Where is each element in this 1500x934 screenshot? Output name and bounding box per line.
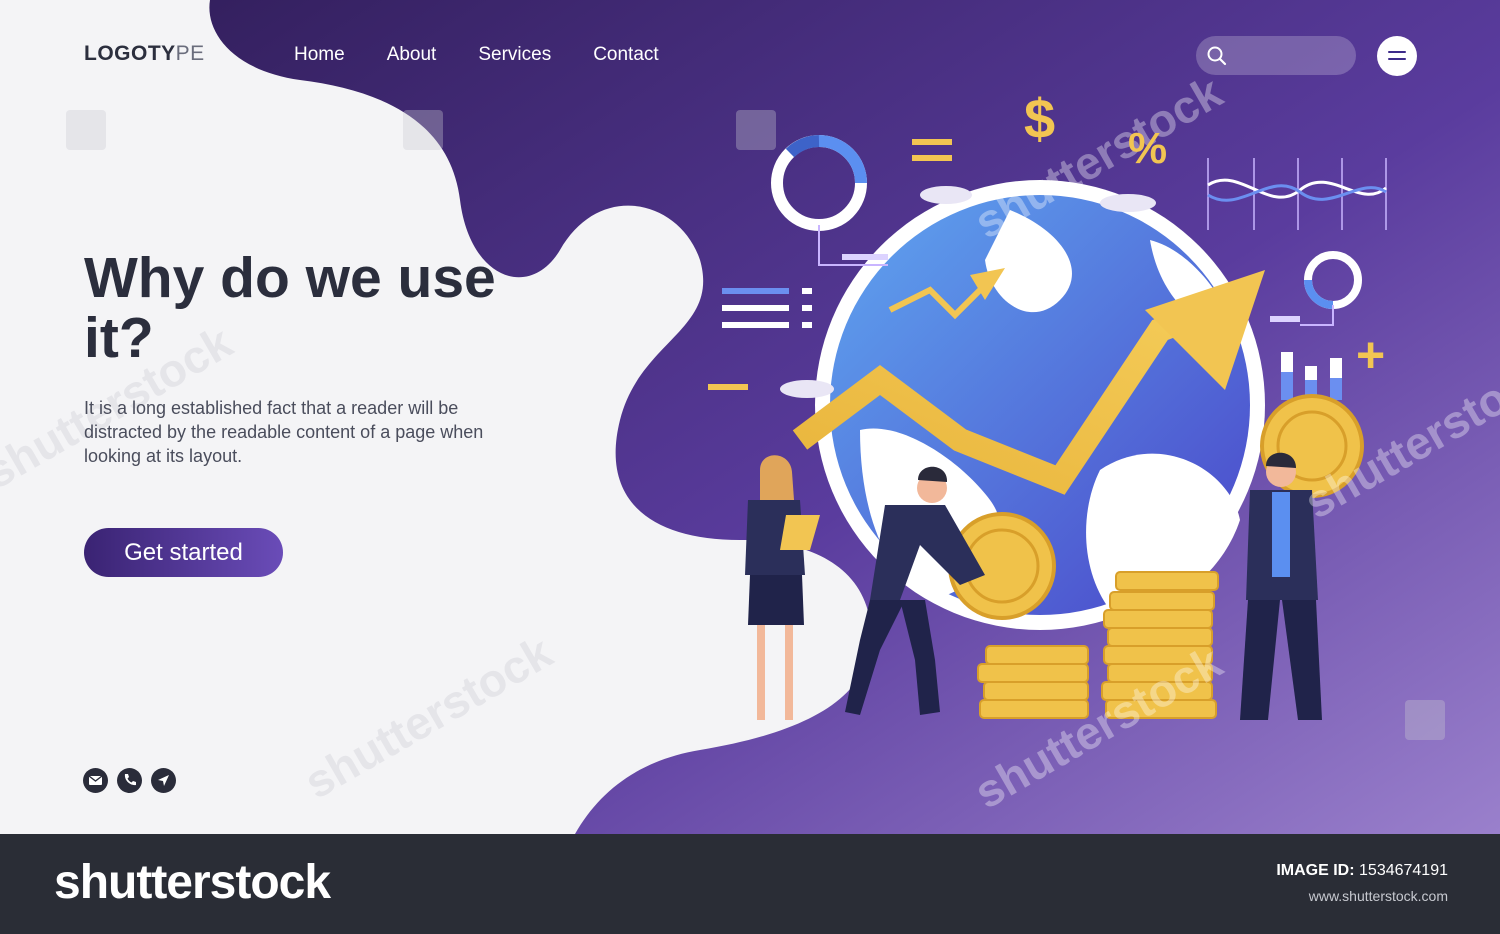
logo-light-text: PE: [175, 42, 205, 65]
search-input[interactable]: [1236, 42, 1346, 68]
hero-title: Why do we use it?: [84, 246, 496, 370]
phone-icon[interactable]: [117, 768, 142, 793]
footer-url: www.shutterstock.com: [1308, 888, 1448, 904]
search-bar[interactable]: [1196, 36, 1356, 75]
nav-about[interactable]: About: [387, 44, 437, 66]
image-id-label: IMAGE ID:: [1276, 862, 1355, 879]
nav-services[interactable]: Services: [478, 44, 551, 66]
watermark-logo: [736, 110, 776, 150]
image-id: IMAGE ID: 1534674191: [1276, 862, 1448, 880]
search-icon: [1207, 46, 1227, 66]
watermark-logo: [1405, 700, 1445, 740]
menu-line: [1388, 58, 1406, 60]
hero-description: It is a long established fact that a rea…: [84, 398, 484, 466]
logo-bold-text: LOGOTY: [84, 42, 176, 65]
landing-page: shutterstock shutterstock shutterstock s…: [0, 0, 1500, 834]
hamburger-menu-button[interactable]: [1377, 36, 1417, 76]
footer-brand: shutterstock: [54, 856, 331, 909]
send-icon[interactable]: [151, 768, 176, 793]
main-nav: Home About Services Contact: [294, 44, 659, 66]
menu-line: [1388, 51, 1406, 53]
logo[interactable]: LOGOTYPE: [84, 42, 205, 66]
image-id-value: 1534674191: [1359, 862, 1448, 879]
watermark-logo: [66, 110, 106, 150]
nav-contact[interactable]: Contact: [593, 44, 658, 66]
percent-symbol: %: [1128, 124, 1168, 173]
nav-home[interactable]: Home: [294, 44, 345, 66]
contact-icons: [83, 768, 176, 793]
watermark-logo: [403, 110, 443, 150]
mail-icon[interactable]: [83, 768, 108, 793]
get-started-button[interactable]: Get started: [84, 528, 283, 577]
plus-symbol: +: [1356, 327, 1386, 383]
dollar-symbol: $: [1024, 87, 1056, 150]
